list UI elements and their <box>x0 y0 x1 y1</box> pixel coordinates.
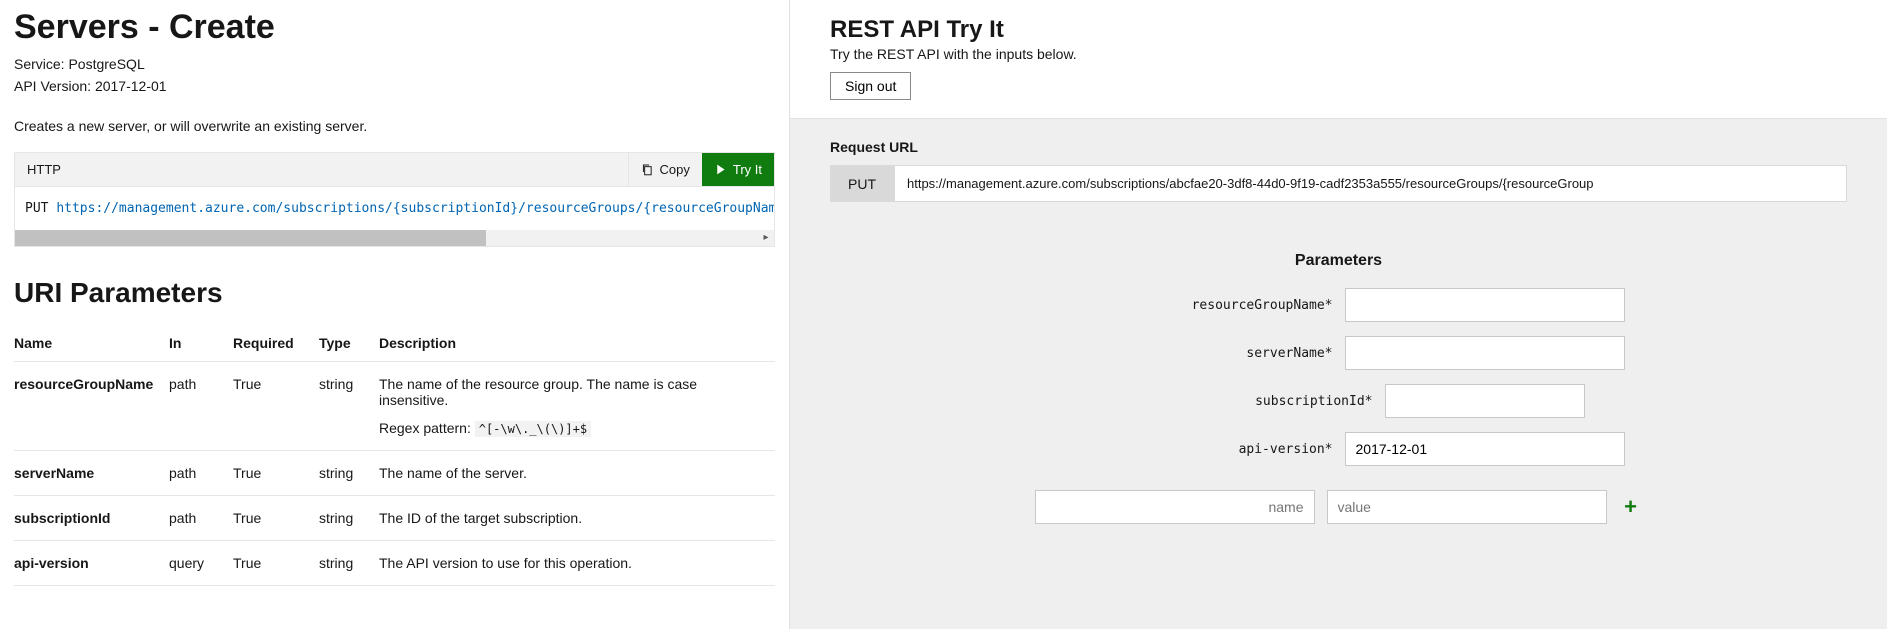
th-required: Required <box>233 325 319 362</box>
param-row: subscriptionId* <box>830 384 1847 418</box>
th-in: In <box>169 325 233 362</box>
code-body[interactable]: PUT https://management.azure.com/subscri… <box>15 187 774 224</box>
param-row: serverName* <box>830 336 1847 370</box>
param-row: resourceGroupName* <box>830 288 1847 322</box>
code-language-tab[interactable]: HTTP <box>15 162 73 177</box>
horizontal-scrollbar[interactable]: ◂ ▸ <box>15 230 774 246</box>
param-row: api-version* <box>830 432 1847 466</box>
scroll-right-arrow[interactable]: ▸ <box>758 230 774 246</box>
apiver-label: API Version: <box>14 78 91 94</box>
regex-pattern: ^[-\w\._\(\)]+$ <box>475 421 591 437</box>
table-row: resourceGroupName path True string The n… <box>14 361 775 450</box>
param-description: The ID of the target subscription. <box>379 495 775 540</box>
tryit-body: Request URL PUT Parameters resourceGroup… <box>790 119 1887 629</box>
apiver-meta: API Version: 2017-12-01 <box>14 75 775 97</box>
page-title: Servers - Create <box>14 8 775 47</box>
apiver-value: 2017-12-01 <box>95 78 167 94</box>
http-verb: PUT <box>25 201 48 216</box>
request-url-row: PUT <box>830 165 1847 202</box>
th-name: Name <box>14 325 169 362</box>
add-param-value-input[interactable] <box>1327 490 1607 524</box>
table-row: subscriptionId path True string The ID o… <box>14 495 775 540</box>
parameters-heading: Parameters <box>830 252 1847 270</box>
param-name: serverName <box>14 465 94 481</box>
param-input-apiversion[interactable] <box>1345 432 1625 466</box>
param-label: serverName* <box>1053 346 1333 361</box>
param-required: True <box>233 540 319 585</box>
play-icon <box>714 163 727 176</box>
uri-parameters-heading: URI Parameters <box>14 277 775 309</box>
param-description: The name of the server. <box>379 450 775 495</box>
tryit-header: REST API Try It Try the REST API with th… <box>790 0 1887 119</box>
request-url-input[interactable] <box>894 165 1847 202</box>
param-type: string <box>319 495 379 540</box>
add-param-name-input[interactable] <box>1035 490 1315 524</box>
param-type: string <box>319 540 379 585</box>
request-url-label: Request URL <box>830 139 1847 155</box>
param-label: subscriptionId* <box>1093 394 1373 409</box>
service-value: PostgreSQL <box>68 56 144 72</box>
param-name: resourceGroupName <box>14 376 153 392</box>
tryit-title: REST API Try It <box>830 16 1847 44</box>
param-required: True <box>233 450 319 495</box>
param-description: The name of the resource group. The name… <box>379 361 775 450</box>
uri-parameters-table: Name In Required Type Description resour… <box>14 325 775 586</box>
param-required: True <box>233 495 319 540</box>
code-panel-header: HTTP Copy Try It <box>15 153 774 187</box>
tryit-pane: REST API Try It Try the REST API with th… <box>790 0 1887 629</box>
add-param-button[interactable]: + <box>1619 494 1643 520</box>
http-url: https://management.azure.com/subscriptio… <box>56 201 774 216</box>
param-type: string <box>319 361 379 450</box>
param-in: path <box>169 361 233 450</box>
table-row: api-version query True string The API ve… <box>14 540 775 585</box>
add-param-row: + <box>830 490 1847 524</box>
param-label: api-version* <box>1053 442 1333 457</box>
code-panel: HTTP Copy Try It PUT https://management.… <box>14 152 775 247</box>
scroll-thumb[interactable] <box>15 230 486 246</box>
tryit-subtitle: Try the REST API with the inputs below. <box>830 46 1847 62</box>
param-description: The API version to use for this operatio… <box>379 540 775 585</box>
signout-button[interactable]: Sign out <box>830 72 911 100</box>
copy-icon <box>641 163 654 176</box>
param-name: api-version <box>14 555 89 571</box>
tryit-button[interactable]: Try It <box>702 153 774 186</box>
tryit-label: Try It <box>733 162 762 177</box>
service-meta: Service: PostgreSQL <box>14 53 775 75</box>
param-name: subscriptionId <box>14 510 110 526</box>
plus-icon: + <box>1624 494 1637 519</box>
copy-label: Copy <box>660 162 690 177</box>
th-type: Type <box>319 325 379 362</box>
param-in: path <box>169 450 233 495</box>
docs-pane: Servers - Create Service: PostgreSQL API… <box>0 0 790 629</box>
param-input-subscriptionid[interactable] <box>1385 384 1585 418</box>
param-in: query <box>169 540 233 585</box>
regex-label: Regex pattern: <box>379 420 471 436</box>
param-input-resourcegroupname[interactable] <box>1345 288 1625 322</box>
request-verb: PUT <box>830 165 894 202</box>
param-type: string <box>319 450 379 495</box>
service-label: Service: <box>14 56 65 72</box>
param-input-servername[interactable] <box>1345 336 1625 370</box>
param-in: path <box>169 495 233 540</box>
th-description: Description <box>379 325 775 362</box>
page-description: Creates a new server, or will overwrite … <box>14 118 775 134</box>
param-label: resourceGroupName* <box>1053 298 1333 313</box>
table-row: serverName path True string The name of … <box>14 450 775 495</box>
copy-button[interactable]: Copy <box>628 153 702 186</box>
param-required: True <box>233 361 319 450</box>
